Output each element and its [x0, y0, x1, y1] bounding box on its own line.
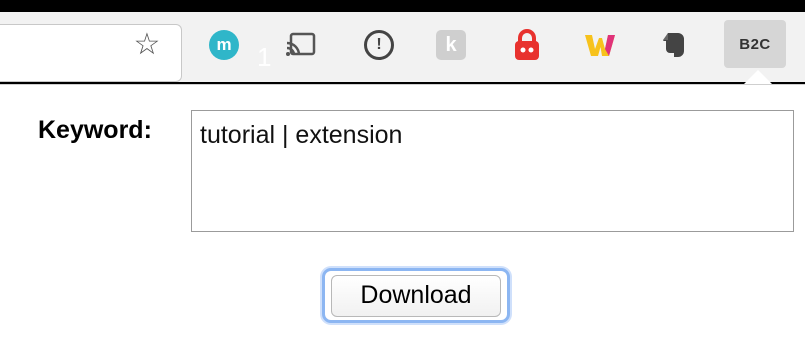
m-letter: m: [209, 30, 239, 60]
download-button[interactable]: Download: [322, 268, 510, 323]
b2c-label: B2C: [739, 35, 771, 53]
download-button-label: Download: [331, 274, 501, 317]
red-lock-icon[interactable]: [510, 28, 544, 62]
w-extension-icon[interactable]: [583, 28, 617, 62]
extension-badge: 1: [257, 42, 272, 72]
k-extension-icon[interactable]: k: [434, 28, 468, 62]
star-icon[interactable]: ☆: [130, 28, 164, 62]
k-glyph: k: [436, 30, 466, 60]
evernote-elephant-icon[interactable]: [657, 28, 691, 62]
lock-svg: [515, 29, 539, 60]
screenshot-stage: ☆ m 1 ! k B2C Keyword: tutorial | extens…: [0, 0, 805, 343]
1password-glyph: !: [364, 30, 394, 60]
b2c-extension-icon[interactable]: B2C: [724, 20, 786, 68]
cast-icon[interactable]: [284, 28, 318, 62]
keyword-input[interactable]: tutorial | extension: [191, 110, 794, 232]
keyword-label: Keyword:: [38, 116, 152, 144]
w-svg: [585, 35, 615, 56]
1password-icon[interactable]: !: [362, 28, 396, 62]
popup-arrow: [744, 70, 772, 84]
cast-svg: [286, 32, 316, 56]
mercury-m-icon[interactable]: m: [207, 28, 241, 62]
evernote-svg: [663, 33, 684, 57]
